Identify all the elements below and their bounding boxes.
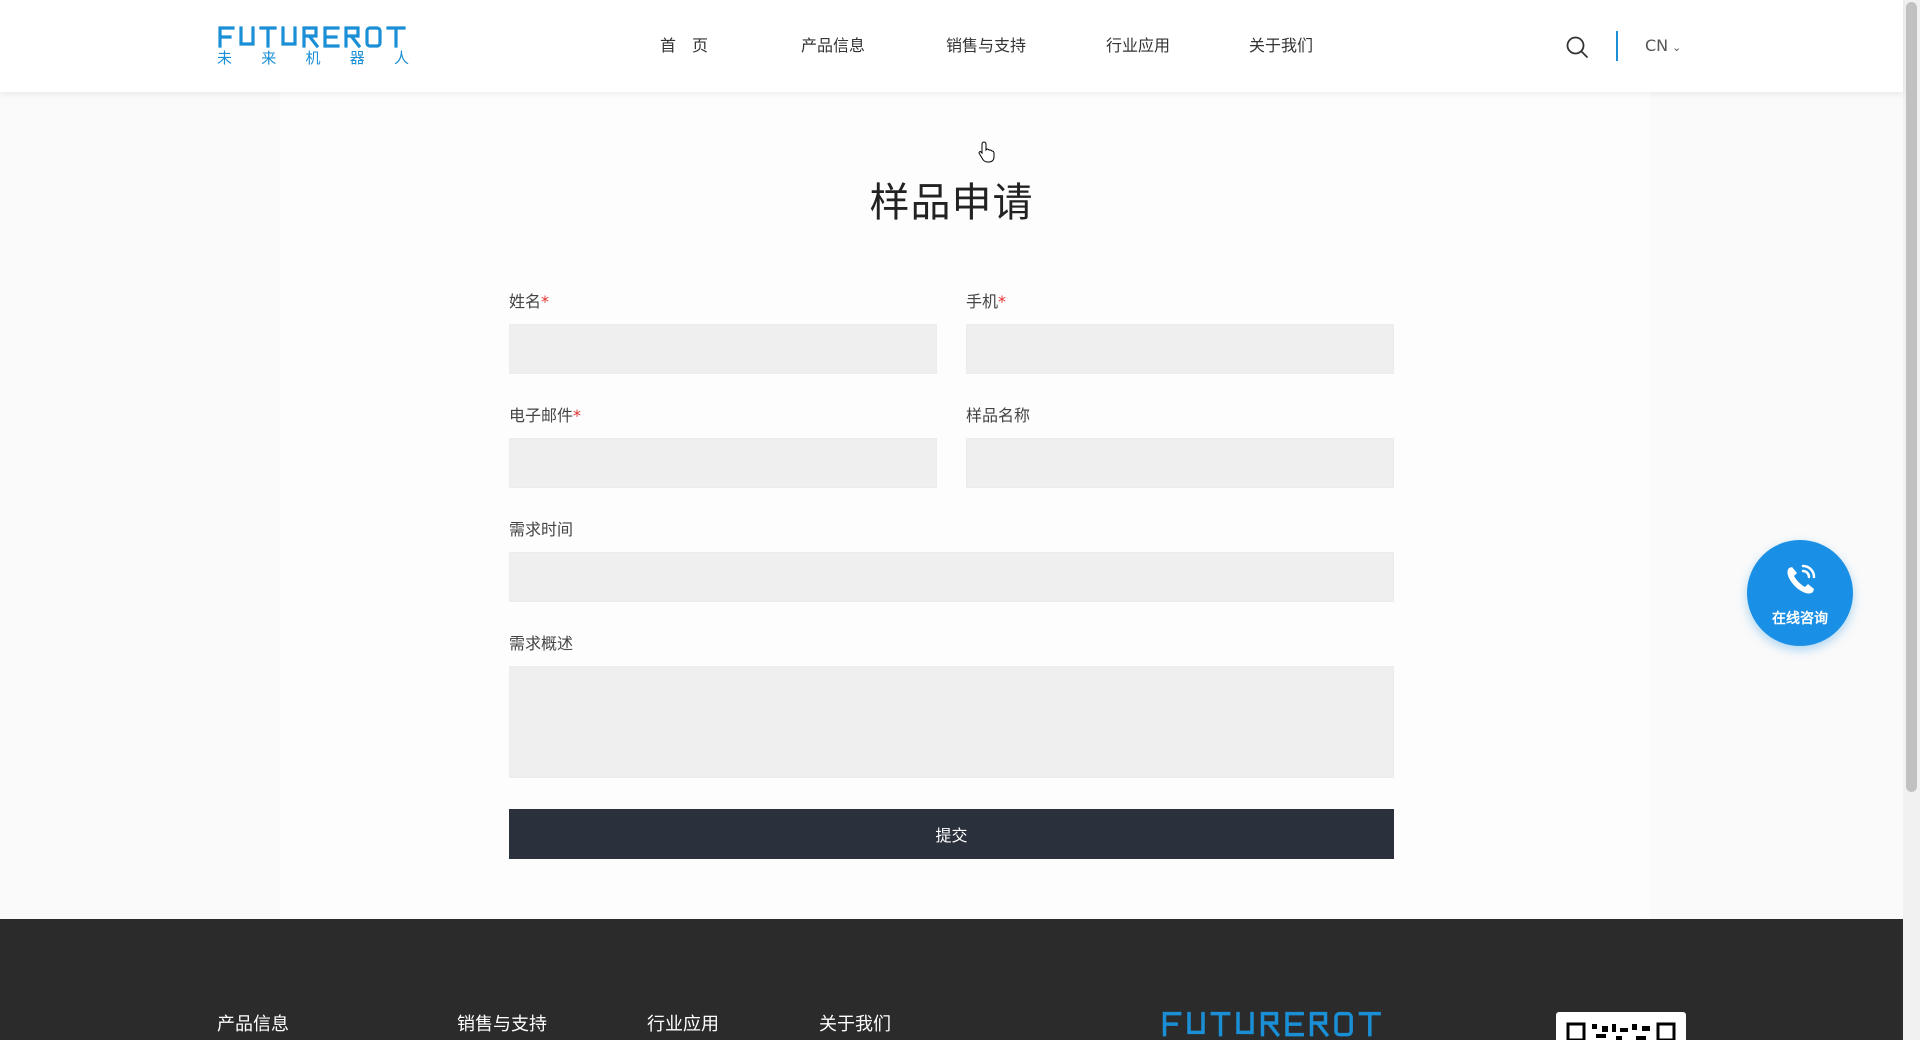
phone-input[interactable] bbox=[966, 324, 1394, 374]
scrollbar-thumb[interactable] bbox=[1906, 2, 1917, 792]
phone-label: 手机* bbox=[966, 292, 1007, 311]
email-label: 电子邮件* bbox=[509, 406, 582, 425]
nav-sales-support[interactable]: 销售与支持 bbox=[946, 32, 1026, 60]
qr-code-pattern bbox=[1566, 1022, 1676, 1040]
sample-name-label: 样品名称 bbox=[966, 406, 1031, 425]
logo-chinese: 未 来 机 器 人 bbox=[217, 49, 409, 67]
page-scrollbar[interactable] bbox=[1903, 0, 1920, 1040]
sample-name-input[interactable] bbox=[966, 438, 1394, 488]
name-label: 姓名* bbox=[509, 292, 550, 311]
footer-link-sales-support[interactable]: 销售与支持 bbox=[457, 1013, 547, 1037]
required-mark: * bbox=[573, 406, 582, 425]
nav-products[interactable]: 产品信息 bbox=[801, 32, 865, 60]
site-logo[interactable]: 未 来 机 器 人 bbox=[217, 24, 409, 70]
search-icon[interactable] bbox=[1565, 35, 1589, 59]
hand-cursor-icon bbox=[978, 141, 995, 163]
header-divider bbox=[1616, 31, 1618, 61]
nav-industry[interactable]: 行业应用 bbox=[1106, 32, 1170, 60]
site-footer: 产品信息 销售与支持 行业应用 关于我们 bbox=[0, 919, 1903, 1040]
footer-logo bbox=[1162, 1011, 1381, 1037]
submit-button[interactable]: 提交 bbox=[509, 809, 1394, 859]
footer-link-industry[interactable]: 行业应用 bbox=[647, 1013, 719, 1037]
site-header: 未 来 机 器 人 首 页 产品信息 销售与支持 行业应用 关于我们 CN ⌄ bbox=[0, 0, 1903, 92]
nav-about[interactable]: 关于我们 bbox=[1249, 32, 1313, 60]
required-mark: * bbox=[541, 292, 550, 311]
requirement-desc-textarea[interactable] bbox=[509, 666, 1394, 778]
required-mark: * bbox=[998, 292, 1007, 311]
consult-label: 在线咨询 bbox=[1772, 611, 1828, 627]
phone-icon bbox=[1787, 564, 1816, 594]
requirement-desc-label: 需求概述 bbox=[509, 634, 574, 653]
language-label: CN bbox=[1645, 36, 1669, 55]
email-input[interactable] bbox=[509, 438, 937, 488]
logo-wordmark bbox=[218, 26, 406, 48]
footer-link-products[interactable]: 产品信息 bbox=[217, 1013, 289, 1037]
nav-home[interactable]: 首 页 bbox=[660, 32, 708, 60]
required-time-label: 需求时间 bbox=[509, 520, 574, 539]
online-consult-button[interactable]: 在线咨询 bbox=[1747, 540, 1853, 646]
language-selector[interactable]: CN ⌄ bbox=[1645, 32, 1681, 62]
name-input[interactable] bbox=[509, 324, 937, 374]
qr-code bbox=[1556, 1012, 1686, 1040]
chevron-down-icon: ⌄ bbox=[1672, 41, 1682, 54]
page-title: 样品申请 bbox=[869, 180, 1034, 226]
required-time-input[interactable] bbox=[509, 552, 1394, 602]
footer-link-about[interactable]: 关于我们 bbox=[819, 1013, 891, 1037]
